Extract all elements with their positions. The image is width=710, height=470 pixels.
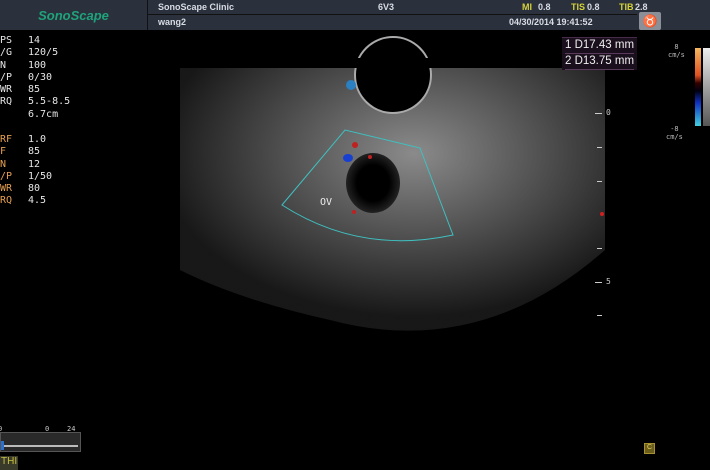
focus-marker — [600, 212, 604, 216]
gray-scale-bar — [703, 48, 710, 126]
colorbar-unit: cm/s — [668, 51, 685, 59]
thi-mode-badge: THI — [0, 456, 18, 470]
depth-tick — [597, 248, 602, 249]
flow-red — [368, 155, 372, 159]
color-scale-bar — [695, 48, 701, 126]
flow-red — [352, 142, 358, 148]
cine-slider-handle[interactable] — [1, 441, 4, 450]
status-badge: C — [644, 443, 655, 454]
measurement-results: 1 D17.43 mm 2 D13.75 mm — [562, 37, 637, 70]
cine-slider[interactable] — [0, 432, 81, 452]
orientation-marker — [346, 80, 356, 90]
measurement-1: 1 D17.43 mm — [565, 38, 634, 54]
flow-red — [352, 210, 356, 214]
depth-tick — [597, 315, 602, 316]
flow-blue — [343, 154, 353, 162]
probe-circle — [355, 37, 431, 113]
ovary-follicle — [346, 153, 400, 213]
ovary-label: OV — [320, 197, 332, 208]
ultrasound-image[interactable] — [0, 0, 710, 470]
colorbar-top: 8 — [674, 43, 678, 51]
colorbar-unit: cm/s — [666, 133, 683, 141]
colorbar-bottom: -8 — [670, 125, 678, 133]
depth-tick — [597, 181, 602, 182]
depth-tick — [595, 282, 602, 283]
depth-tick — [595, 113, 602, 114]
measurement-2: 2 D13.75 mm — [565, 54, 634, 70]
depth-label-5: 5 — [606, 277, 611, 286]
depth-label-0: 0 — [606, 108, 611, 117]
depth-tick — [597, 147, 602, 148]
